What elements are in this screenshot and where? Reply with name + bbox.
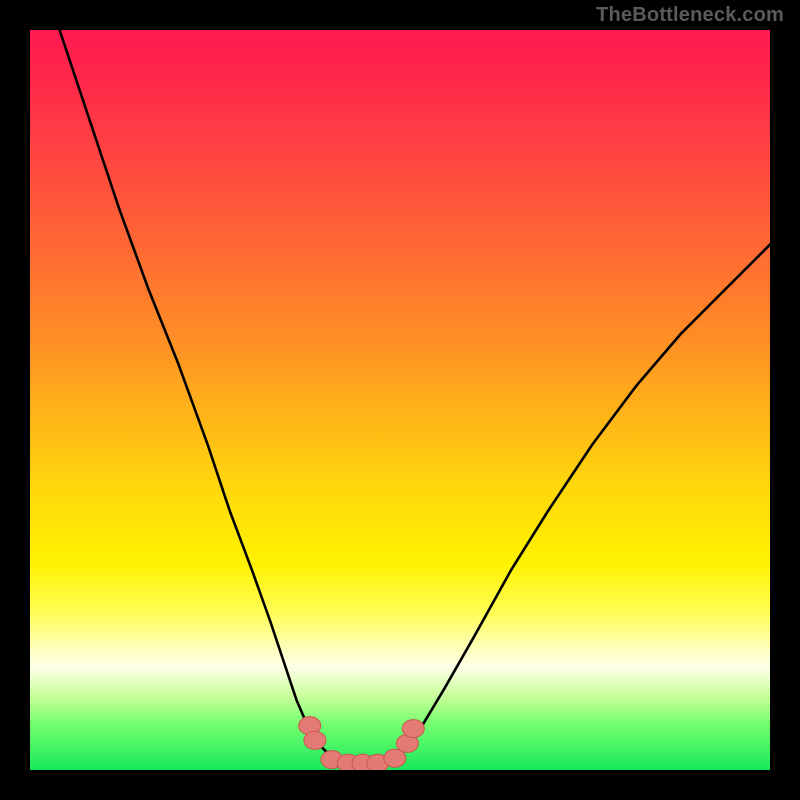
marker-dot [304,731,326,749]
watermark-text: TheBottleneck.com [596,4,784,27]
bottom-marker-cluster [30,30,770,770]
chart-frame: { "watermark": "TheBottleneck.com", "col… [0,0,800,800]
marker-dot [402,720,424,738]
